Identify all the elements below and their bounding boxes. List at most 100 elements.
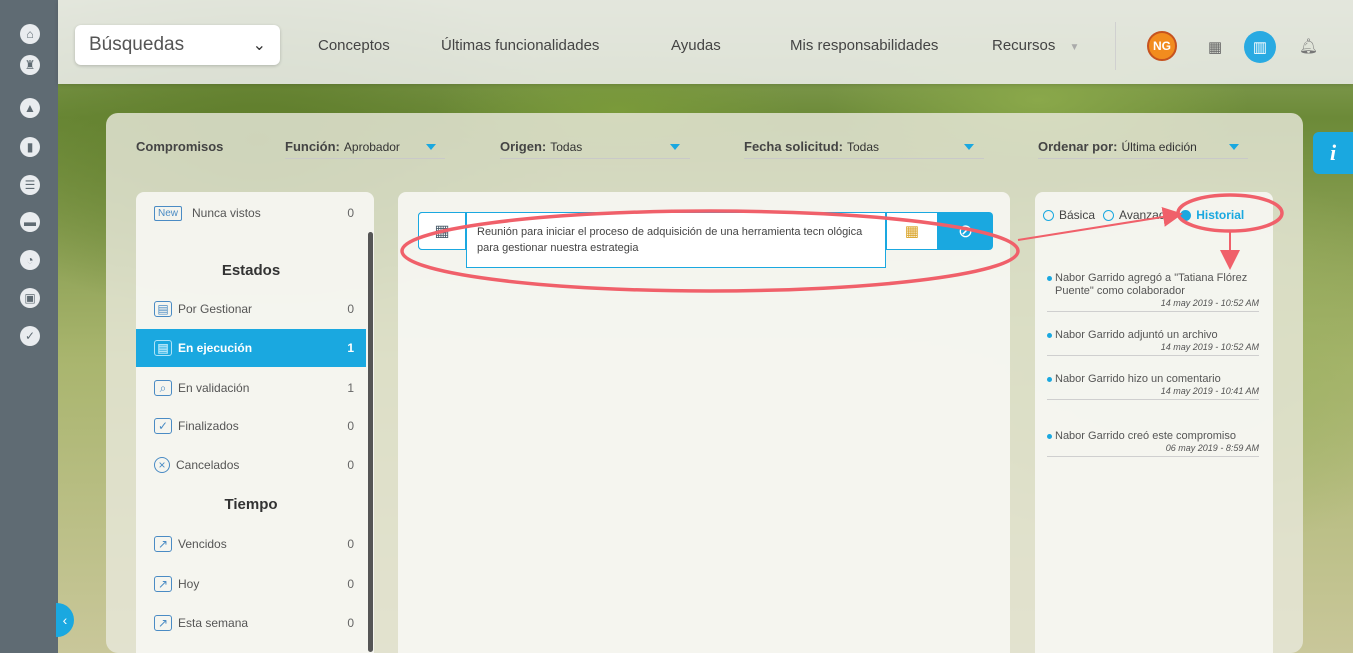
list-item-count: 0: [347, 537, 354, 551]
commitment-card[interactable]: ▦ Reunión para iniciar el proceso de adq…: [418, 212, 993, 268]
nav-conceptos[interactable]: Conceptos: [318, 37, 390, 54]
list-item-cancelados[interactable]: × Cancelados 0: [136, 446, 366, 484]
radio-historial[interactable]: Historial: [1180, 208, 1244, 222]
commitment-title[interactable]: Reunión para iniciar el proceso de adqui…: [466, 212, 886, 268]
calendar-icon: ▤: [154, 301, 172, 317]
ordenar-caret-icon[interactable]: [1229, 144, 1239, 150]
ordenar-value: Última edición: [1121, 140, 1197, 154]
list-item-count: 0: [347, 616, 354, 630]
nav-ultimas-funcionalidades[interactable]: Últimas funcionalidades: [441, 37, 599, 54]
origen-filter[interactable]: Origen: Todas: [500, 139, 582, 154]
fecha-caret-icon[interactable]: [964, 144, 974, 150]
check-icon[interactable]: ✓: [20, 326, 40, 346]
history-date: 06 may 2019 - 8:59 AM: [1165, 443, 1259, 453]
cancel-button[interactable]: ⊘: [938, 212, 993, 250]
caret-down-icon: ▼: [1069, 42, 1080, 53]
folder-icon[interactable]: ▬: [20, 212, 40, 232]
note-icon: ↗: [154, 615, 172, 631]
bell-icon[interactable]: 🔔︎: [1299, 37, 1318, 55]
list-item-esta-semana[interactable]: ↗ Esta semana 0: [136, 604, 366, 642]
history-date: 14 may 2019 - 10:52 AM: [1160, 342, 1259, 352]
radio-circle: [1103, 210, 1115, 222]
funcion-caret-icon[interactable]: [426, 144, 436, 150]
divider: [1115, 22, 1116, 70]
list-item-en-ejecucion[interactable]: ▤ En ejecución 1: [136, 329, 366, 367]
chevron-down-icon: ⌄: [252, 37, 266, 54]
history-item: Nabor Garrido hizo un comentario 14 may …: [1047, 373, 1259, 400]
list-item-label: Hoy: [178, 577, 200, 591]
list-item-label: Cancelados: [176, 458, 240, 472]
funcion-filter[interactable]: Función: Aprobador: [285, 139, 400, 154]
home-icon[interactable]: ⌂: [20, 24, 40, 44]
scrollbar[interactable]: [368, 232, 373, 652]
list-item-count: 0: [347, 577, 354, 591]
ordenar-filter[interactable]: Ordenar por: Última edición: [1038, 139, 1197, 154]
list-item-label: Por Gestionar: [178, 302, 253, 316]
note-icon: ↗: [154, 576, 172, 592]
calendar-icon[interactable]: ▦: [1208, 38, 1222, 56]
info-button[interactable]: i: [1313, 132, 1353, 174]
list-item-vencidos[interactable]: ↗ Vencidos 0: [136, 525, 366, 563]
view-mode-radios: Básica Avanzada Historial: [1043, 206, 1273, 224]
history-text: Nabor Garrido agregó a "Tatiana Flórez P…: [1047, 272, 1259, 298]
nav-mis-responsabilidades[interactable]: Mis responsabilidades: [790, 37, 938, 54]
ordenar-label: Ordenar por:: [1038, 139, 1118, 154]
list-item-por-gestionar[interactable]: ▤ Por Gestionar 0: [136, 290, 366, 328]
list-item-label: Finalizados: [178, 419, 239, 433]
left-sidebar: ⌂ ♜ ▲ ▮ ☰ ▬ ◔ ▣ ✓: [0, 0, 58, 653]
search-label: Búsquedas: [89, 34, 185, 55]
list-item-hoy[interactable]: ↗ Hoy 0: [136, 565, 366, 603]
fecha-underline: [744, 158, 984, 159]
steps-icon[interactable]: ☰: [20, 175, 40, 195]
origen-underline: [500, 158, 690, 159]
history-text: Nabor Garrido hizo un comentario: [1047, 373, 1259, 386]
list-item-label: Vencidos: [178, 537, 227, 551]
list-item-count: 0: [347, 302, 354, 316]
new-badge: New: [154, 205, 183, 221]
history-date: 14 may 2019 - 10:52 AM: [1160, 298, 1259, 308]
list-item-count: 0: [347, 419, 354, 433]
note-icon: ↗: [154, 536, 172, 552]
history-item: Nabor Garrido creó este compromiso 06 ma…: [1047, 430, 1259, 457]
pyramid-icon[interactable]: ▲: [20, 98, 40, 118]
history-item: Nabor Garrido adjuntó un archivo 14 may …: [1047, 329, 1259, 356]
nav-recursos-label: Recursos: [992, 37, 1056, 54]
list-item-nunca-vistos[interactable]: New Nunca vistos 0: [136, 194, 366, 232]
calendar-icon: ▤: [154, 340, 172, 356]
book-icon[interactable]: ▥: [1244, 31, 1276, 63]
chart-icon[interactable]: ▮: [20, 137, 40, 157]
list-item-label: En validación: [178, 381, 250, 395]
history-date: 14 may 2019 - 10:41 AM: [1160, 386, 1259, 396]
list-item-finalizados[interactable]: ✓ Finalizados 0: [136, 407, 366, 445]
ordenar-underline: [1038, 158, 1248, 159]
fecha-filter[interactable]: Fecha solicitud: Todas: [744, 139, 879, 154]
schedule-icon[interactable]: ▦: [886, 212, 938, 250]
radio-circle: [1043, 210, 1054, 222]
avatar[interactable]: NG: [1147, 31, 1177, 61]
radio-avanzada[interactable]: Avanzada: [1103, 208, 1172, 222]
list-item-count: 0: [347, 206, 354, 220]
history-item: Nabor Garrido agregó a "Tatiana Flórez P…: [1047, 272, 1259, 312]
list-item-count: 0: [347, 458, 354, 472]
list-item-en-validacion[interactable]: ⌕ En validación 1: [136, 369, 366, 407]
list-item-count: 1: [347, 341, 354, 355]
chevron-left-icon: ‹: [62, 612, 68, 628]
radio-basica[interactable]: Básica: [1043, 208, 1095, 222]
search-dropdown[interactable]: Búsquedas ⌄: [75, 25, 280, 65]
briefcase-icon[interactable]: ▣: [20, 288, 40, 308]
rook-icon[interactable]: ♜: [20, 55, 40, 75]
funcion-value: Aprobador: [343, 140, 400, 154]
history-text: Nabor Garrido adjuntó un archivo: [1047, 329, 1259, 342]
clock-icon[interactable]: ◔: [20, 250, 40, 270]
nav-ayudas[interactable]: Ayudas: [671, 37, 721, 54]
fecha-label: Fecha solicitud:: [744, 139, 843, 154]
funcion-label: Función:: [285, 139, 340, 154]
funcion-underline: [285, 158, 445, 159]
status-list: New Nunca vistos 0 Estados ▤ Por Gestion…: [136, 192, 374, 653]
list-item-label: Esta semana: [178, 616, 249, 630]
nav-recursos[interactable]: Recursos ▼: [992, 37, 1079, 54]
origen-caret-icon[interactable]: [670, 144, 680, 150]
origen-value: Todas: [550, 140, 583, 154]
list-item-count: 1: [347, 381, 354, 395]
commitments-list: ▦ Reunión para iniciar el proceso de adq…: [398, 192, 1010, 653]
